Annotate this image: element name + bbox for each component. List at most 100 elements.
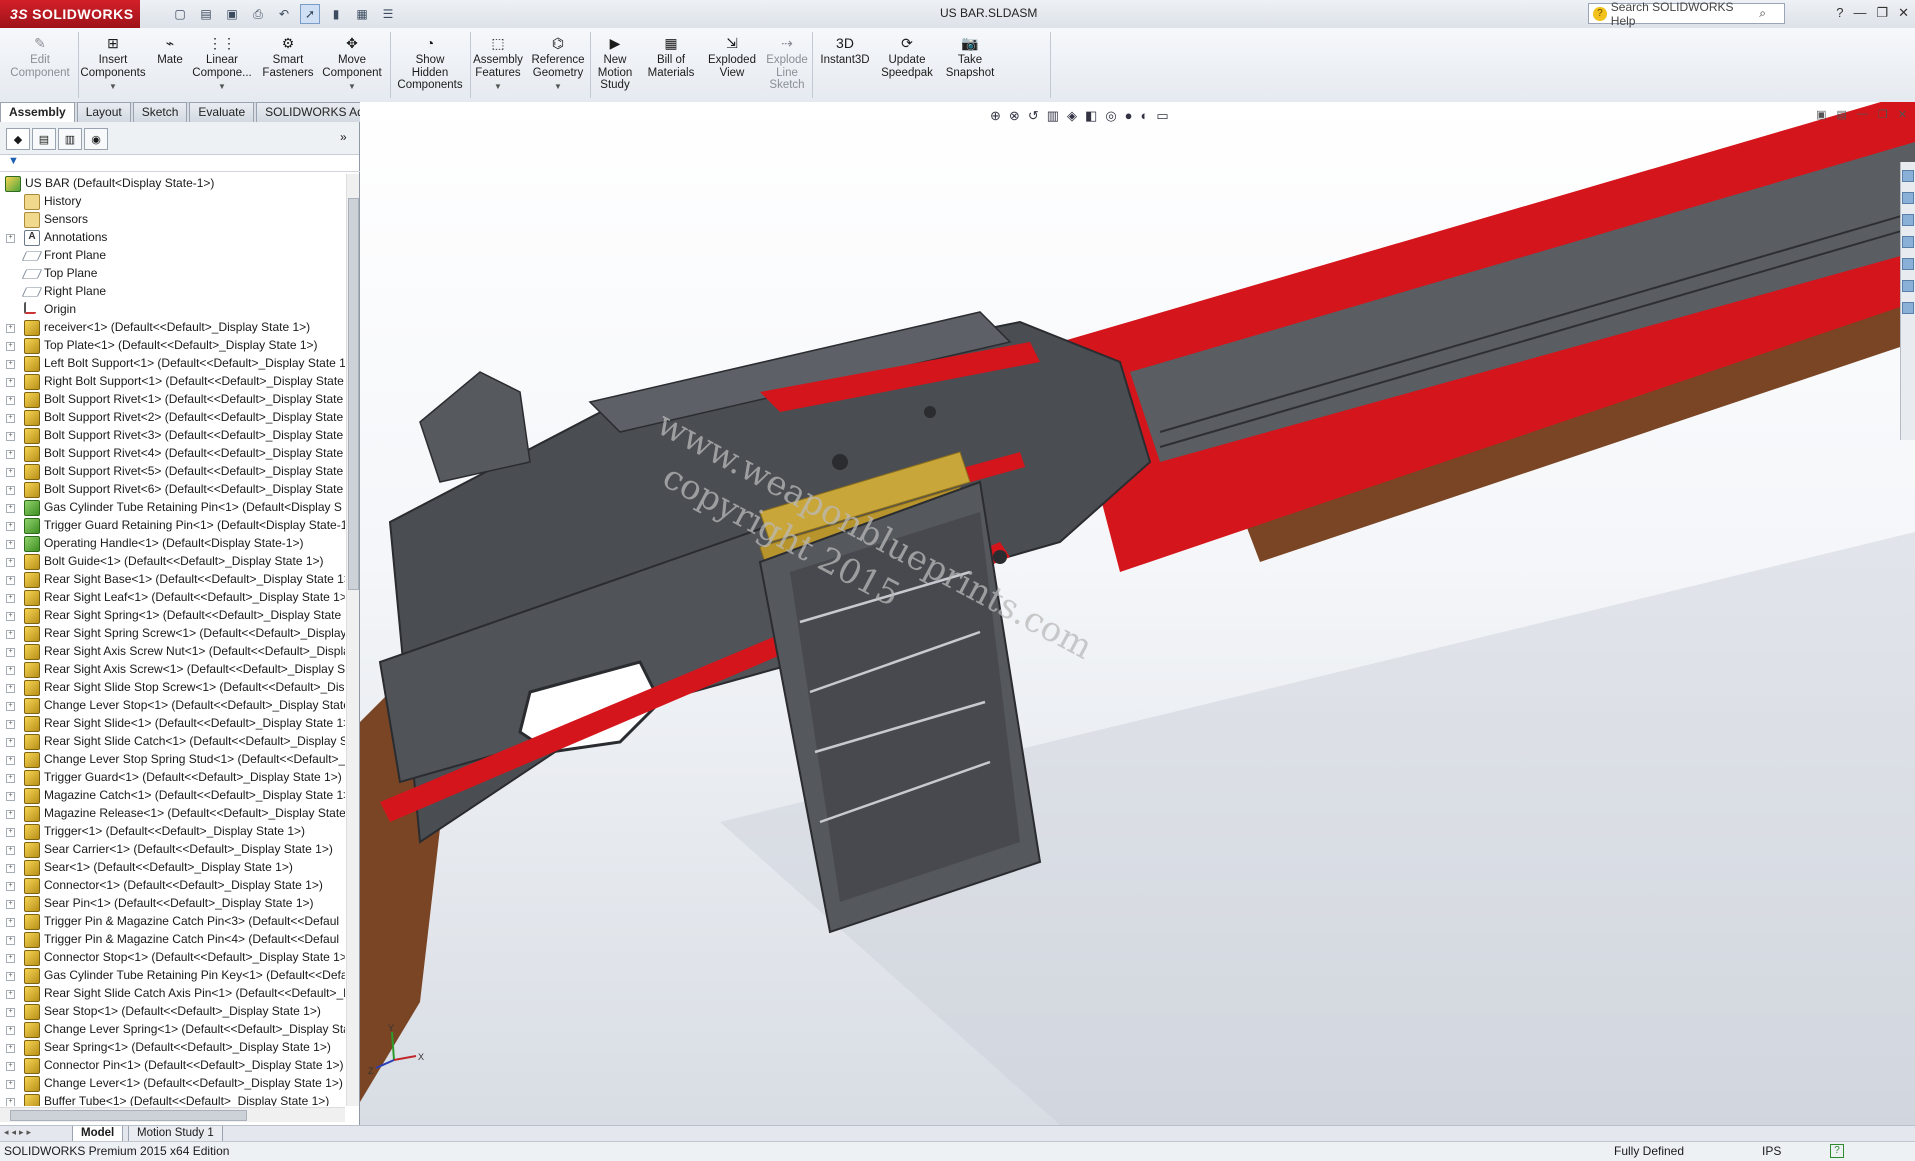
design-library-icon[interactable] bbox=[1902, 214, 1914, 226]
command-reference-geometry-button[interactable]: ⌬ Reference Geometry ▼ bbox=[528, 34, 588, 94]
expand-icon[interactable]: + bbox=[6, 522, 15, 531]
tree-item[interactable]: + Trigger<1> (Default<<Default>_Display S… bbox=[0, 822, 345, 840]
tree-item[interactable]: + Bolt Support Rivet<2> (Default<<Default… bbox=[0, 408, 345, 426]
tree-item[interactable]: + Connector Stop<1> (Default<<Default>_Di… bbox=[0, 948, 345, 966]
tree-item[interactable]: + Rear Sight Slide Catch Axis Pin<1> (Def… bbox=[0, 984, 345, 1002]
expand-icon[interactable]: + bbox=[6, 1026, 15, 1035]
expand-icon[interactable]: + bbox=[6, 846, 15, 855]
expand-icon[interactable]: + bbox=[6, 738, 15, 747]
expand-icon[interactable]: + bbox=[6, 576, 15, 585]
expand-icon[interactable]: + bbox=[6, 1080, 15, 1089]
expand-icon[interactable]: + bbox=[6, 972, 15, 981]
expand-icon[interactable]: + bbox=[6, 378, 15, 387]
select-pointer-icon[interactable]: ➚ bbox=[300, 4, 320, 24]
expand-icon[interactable]: + bbox=[6, 432, 15, 441]
dropdown-arrow-icon[interactable]: ▼ bbox=[348, 81, 356, 94]
expand-icon[interactable]: + bbox=[6, 756, 15, 765]
graphics-area[interactable]: www.weaponblueprints.com copyright 2015 … bbox=[360, 102, 1915, 1125]
expand-icon[interactable]: + bbox=[6, 324, 15, 333]
tree-item[interactable]: + Connector<1> (Default<<Default>_Display… bbox=[0, 876, 345, 894]
expand-icon[interactable]: + bbox=[6, 1008, 15, 1017]
zoom-to-area-icon[interactable]: ⊗ bbox=[1009, 108, 1020, 124]
expand-icon[interactable]: + bbox=[6, 486, 15, 495]
tree-item[interactable]: + Trigger Guard Retaining Pin<1> (Default… bbox=[0, 516, 345, 534]
command-insert-components-button[interactable]: ⊞ Insert Components ▼ bbox=[80, 34, 145, 94]
tree-item[interactable]: + Connector Pin<1> (Default<<Default>_Dis… bbox=[0, 1056, 345, 1074]
previous-view-icon[interactable]: ↺ bbox=[1028, 108, 1039, 124]
property-manager-tab-icon[interactable]: ▤ bbox=[32, 128, 56, 150]
tree-item[interactable]: + Sear Stop<1> (Default<<Default>_Display… bbox=[0, 1002, 345, 1020]
tab-scroll-arrows-icon[interactable]: ◂◂▸▸ bbox=[4, 1127, 34, 1138]
bottom-tab-model[interactable]: Model bbox=[72, 1126, 124, 1142]
tree-item[interactable]: + A Annotations bbox=[0, 228, 345, 246]
section-view-icon[interactable]: ▥ bbox=[1047, 108, 1059, 124]
tree-item[interactable]: + Magazine Release<1> (Default<<Default>_… bbox=[0, 804, 345, 822]
dropdown-arrow-icon[interactable]: ▼ bbox=[109, 81, 117, 94]
expand-icon[interactable]: + bbox=[6, 900, 15, 909]
command-snapshot-button[interactable]: 📷 Take Snapshot bbox=[940, 34, 1000, 79]
tree-item[interactable]: + Bolt Support Rivet<1> (Default<<Default… bbox=[0, 390, 345, 408]
bottom-tab-motion-study-1[interactable]: Motion Study 1 bbox=[128, 1126, 223, 1142]
tree-item[interactable]: + Operating Handle<1> (Default<Display St… bbox=[0, 534, 345, 552]
expand-icon[interactable]: + bbox=[6, 882, 15, 891]
vertical-scroll-thumb[interactable] bbox=[348, 198, 359, 590]
command-motion-study-button[interactable]: ▶ New Motion Study bbox=[585, 34, 645, 92]
expand-icon[interactable]: + bbox=[6, 1098, 15, 1106]
display-style-icon[interactable]: ◧ bbox=[1085, 108, 1097, 124]
display-manager-tab-icon[interactable]: ◉ bbox=[84, 128, 108, 150]
tab-evaluate[interactable]: Evaluate bbox=[189, 102, 255, 122]
print-icon[interactable]: ⎙ bbox=[248, 4, 268, 24]
solidworks-logo[interactable]: 3S SOLIDWORKS bbox=[0, 0, 140, 28]
expand-icon[interactable]: + bbox=[6, 828, 15, 837]
tree-item[interactable]: + Change Lever Stop Spring Stud<1> (Defau… bbox=[0, 750, 345, 768]
expand-icon[interactable]: + bbox=[6, 702, 15, 711]
close-icon[interactable]: ✕ bbox=[1898, 5, 1909, 21]
tree-root-assembly[interactable]: US BAR (Default<Display State-1>) bbox=[0, 174, 345, 192]
tab-layout[interactable]: Layout bbox=[76, 102, 131, 122]
viewport-split-icon[interactable]: ▣ bbox=[1816, 108, 1826, 121]
command-edit-component-button[interactable]: ✎ Edit Component bbox=[10, 34, 70, 79]
tree-filter[interactable]: ▼ bbox=[0, 155, 363, 172]
tree-item[interactable]: + Bolt Support Rivet<5> (Default<<Default… bbox=[0, 462, 345, 480]
expand-icon[interactable]: + bbox=[6, 684, 15, 693]
tree-item[interactable]: + Rear Sight Spring Screw<1> (Default<<De… bbox=[0, 624, 345, 642]
tree-item[interactable]: + Trigger Pin & Magazine Catch Pin<3> (De… bbox=[0, 912, 345, 930]
expand-icon[interactable]: + bbox=[6, 594, 15, 603]
configuration-manager-tab-icon[interactable]: ▥ bbox=[58, 128, 82, 150]
expand-icon[interactable]: + bbox=[6, 540, 15, 549]
tree-item[interactable]: + Bolt Support Rivet<4> (Default<<Default… bbox=[0, 444, 345, 462]
tree-horizontal-scrollbar[interactable] bbox=[0, 1107, 345, 1122]
tree-item[interactable]: + Change Lever Stop<1> (Default<<Default>… bbox=[0, 696, 345, 714]
expand-icon[interactable]: + bbox=[6, 396, 15, 405]
zoom-to-fit-icon[interactable]: ⊕ bbox=[990, 108, 1001, 124]
options-icon[interactable]: ☰ bbox=[378, 4, 398, 24]
tree-item[interactable]: + Rear Sight Base<1> (Default<<Default>_D… bbox=[0, 570, 345, 588]
expand-icon[interactable]: + bbox=[6, 342, 15, 351]
tree-item[interactable]: Origin bbox=[0, 300, 345, 318]
viewport-restore-icon[interactable]: ❐ bbox=[1878, 108, 1888, 121]
file-explorer-icon[interactable] bbox=[1902, 236, 1914, 248]
command-bom-button[interactable]: ▦ Bill of Materials bbox=[641, 34, 701, 79]
expand-icon[interactable]: + bbox=[6, 666, 15, 675]
view-settings-icon[interactable]: ▭ bbox=[1156, 108, 1168, 124]
dropdown-arrow-icon[interactable]: ▼ bbox=[554, 81, 562, 94]
tree-item[interactable]: + Top Plate<1> (Default<<Default>_Display… bbox=[0, 336, 345, 354]
expand-icon[interactable]: + bbox=[6, 792, 15, 801]
command-linear-pattern-button[interactable]: ⋮⋮ Linear Compone... ▼ bbox=[192, 34, 252, 94]
magnifier-icon[interactable]: ⌕ bbox=[1759, 6, 1766, 21]
tree-vertical-scrollbar[interactable] bbox=[346, 174, 359, 1106]
tree-item[interactable]: + Rear Sight Leaf<1> (Default<<Default>_D… bbox=[0, 588, 345, 606]
resources-icon[interactable] bbox=[1902, 192, 1914, 204]
tree-item[interactable]: + Magazine Catch<1> (Default<<Default>_Di… bbox=[0, 786, 345, 804]
minimize-icon[interactable]: — bbox=[1853, 5, 1866, 21]
open-icon[interactable]: ▤ bbox=[196, 4, 216, 24]
expand-icon[interactable]: + bbox=[6, 918, 15, 927]
command-mate-button[interactable]: ⌁ Mate bbox=[140, 34, 200, 67]
viewport-minimize-icon[interactable]: — bbox=[1857, 108, 1868, 121]
tree-item[interactable]: + Rear Sight Axis Screw Nut<1> (Default<<… bbox=[0, 642, 345, 660]
tree-item[interactable]: + Gas Cylinder Tube Retaining Pin<1> (Def… bbox=[0, 498, 345, 516]
tab-assembly[interactable]: Assembly bbox=[0, 102, 75, 122]
tree-item[interactable]: + Trigger Pin & Magazine Catch Pin<4> (De… bbox=[0, 930, 345, 948]
tree-item[interactable]: + Rear Sight Axis Screw<1> (Default<<Defa… bbox=[0, 660, 345, 678]
new-document-icon[interactable]: ▢ bbox=[170, 4, 190, 24]
